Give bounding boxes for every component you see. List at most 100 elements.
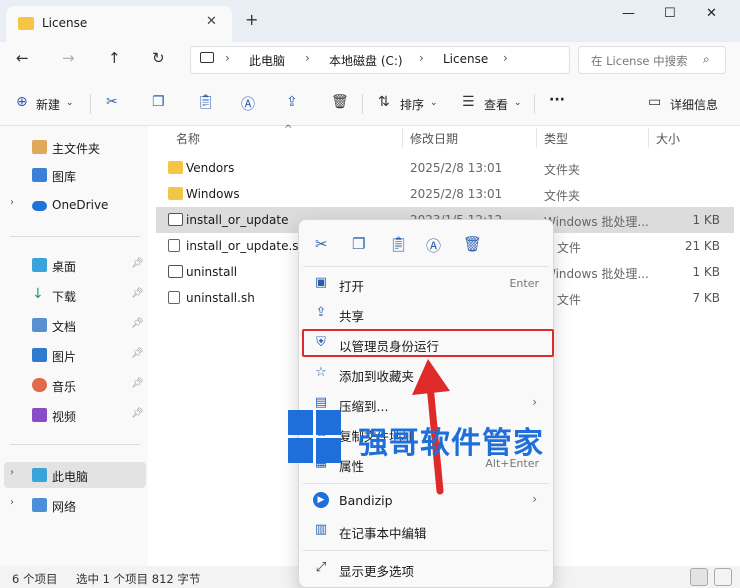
pin-icon[interactable]: 📌︎ — [131, 288, 144, 299]
paste-icon[interactable]: 📋︎ — [197, 94, 215, 110]
menu-item-edit-notepad[interactable]: ▥ 在记事本中编辑 — [303, 516, 549, 546]
tiles-view-button[interactable] — [714, 568, 732, 586]
divider — [303, 266, 549, 267]
file-size: 7 KB — [692, 291, 720, 305]
file-date: 2025/2/8 13:01 — [410, 161, 503, 175]
cut-icon[interactable]: ✂ — [315, 235, 328, 253]
copy-icon[interactable]: ❐ — [352, 235, 365, 253]
paste-icon[interactable]: 📋︎ — [389, 235, 408, 253]
rename-icon[interactable]: Ⓐ — [426, 235, 441, 256]
sidebar-item-home[interactable]: 主文件夹 — [0, 134, 148, 160]
folder-icon — [18, 17, 34, 30]
windows-logo-icon — [288, 410, 342, 464]
pin-icon[interactable]: 📌︎ — [131, 378, 144, 389]
sort-icon[interactable]: ⇅ — [378, 94, 390, 110]
column-header-type[interactable]: 类型 — [544, 130, 568, 147]
sidebar-item-pictures[interactable]: 图片 📌︎ — [0, 342, 148, 368]
chevron-right-icon[interactable]: › — [10, 197, 14, 208]
sort-button[interactable]: 排序 — [400, 96, 424, 113]
bandizip-icon: ▶ — [313, 492, 329, 508]
menu-item-open[interactable]: ▣ 打开 Enter — [303, 269, 549, 299]
rename-icon[interactable]: Ⓐ — [241, 94, 255, 114]
up-button[interactable]: ↑ — [108, 49, 121, 67]
file-icon — [168, 239, 180, 252]
share-icon[interactable]: ⇪ — [286, 94, 298, 110]
details-view-button[interactable] — [690, 568, 708, 586]
new-button[interactable]: 新建 — [36, 96, 60, 113]
menu-item-share[interactable]: ⇪ 共享 — [303, 299, 549, 329]
more-button[interactable]: ··· — [549, 92, 565, 108]
folder-icon — [168, 161, 183, 174]
view-icon[interactable]: ☰ — [462, 94, 475, 110]
file-name: install_or_update.sh — [186, 239, 307, 253]
menu-item-more-options[interactable]: ⤢ 显示更多选项 — [303, 554, 549, 584]
breadcrumb-c-drive[interactable]: 本地磁盘 (C:) — [329, 52, 403, 69]
cut-icon[interactable]: ✂ — [106, 94, 118, 110]
pin-icon[interactable]: 📌︎ — [131, 348, 144, 359]
chevron-right-icon: › — [532, 492, 537, 506]
column-divider[interactable] — [536, 128, 537, 148]
chevron-right-icon[interactable]: › — [10, 497, 14, 508]
column-header-name[interactable]: 名称 — [176, 130, 200, 147]
details-button[interactable]: 详细信息 — [670, 96, 718, 113]
sidebar-item-network[interactable]: › 网络 — [0, 492, 148, 518]
sidebar-item-downloads[interactable]: ↓ 下载 📌︎ — [0, 282, 148, 308]
copy-icon[interactable]: ❐ — [152, 94, 165, 110]
new-icon[interactable]: ⊕ — [16, 94, 28, 110]
tab-close-icon[interactable]: ✕ — [206, 14, 217, 29]
maximize-button[interactable]: ☐ — [664, 6, 676, 21]
menu-item-label: Bandizip — [339, 493, 393, 508]
breadcrumb-license[interactable]: License — [443, 52, 488, 66]
column-header-size[interactable]: 大小 — [656, 130, 680, 147]
sidebar-item-label: 文档 — [52, 320, 77, 334]
new-tab-button[interactable]: + — [245, 10, 258, 29]
sidebar-item-this-pc[interactable]: › 此电脑 — [4, 462, 146, 488]
address-bar[interactable]: › 此电脑 › 本地磁盘 (C:) › License › — [190, 46, 570, 74]
sidebar-item-onedrive[interactable]: › OneDrive — [0, 192, 148, 218]
close-window-button[interactable]: ✕ — [706, 6, 717, 21]
forward-button[interactable]: → — [62, 49, 75, 67]
minimize-button[interactable]: — — [622, 6, 635, 21]
file-type: Windows 批处理... — [544, 267, 649, 281]
sidebar-item-label: 桌面 — [52, 260, 77, 274]
breadcrumb-this-pc[interactable]: 此电脑 — [249, 52, 285, 69]
tab-title: License — [42, 16, 88, 30]
sidebar-item-desktop[interactable]: 桌面 📌︎ — [0, 252, 148, 278]
pin-icon[interactable]: 📌︎ — [131, 318, 144, 329]
menu-item-label: 打开 — [339, 279, 365, 294]
sidebar-item-videos[interactable]: 视频 📌︎ — [0, 402, 148, 428]
folder-icon — [168, 187, 183, 200]
navigation-pane: 主文件夹 图库 › OneDrive 桌面 📌︎ ↓ 下载 📌︎ 文档 📌︎ 图… — [0, 126, 148, 566]
sidebar-item-label: 图片 — [52, 350, 77, 364]
pin-icon[interactable]: 📌︎ — [131, 258, 144, 269]
batch-file-icon — [168, 213, 183, 226]
sidebar-item-gallery[interactable]: 图库 — [0, 162, 148, 188]
column-divider[interactable] — [648, 128, 649, 148]
search-input[interactable]: 在 License 中搜索 ⌕ — [578, 46, 726, 74]
back-button[interactable]: ← — [16, 49, 29, 67]
delete-icon[interactable]: 🗑︎ — [463, 235, 482, 253]
chevron-right-icon: › — [419, 51, 424, 65]
column-divider[interactable] — [402, 128, 403, 148]
refresh-button[interactable]: ↻ — [152, 49, 165, 67]
chevron-right-icon[interactable]: › — [10, 467, 14, 478]
file-name: Windows — [186, 187, 240, 201]
view-button[interactable]: 查看 — [484, 96, 508, 113]
delete-icon[interactable]: 🗑︎ — [331, 94, 349, 110]
sidebar-item-documents[interactable]: 文档 📌︎ — [0, 312, 148, 338]
chevron-right-icon: › — [305, 51, 310, 65]
tab-license[interactable]: License ✕ — [6, 6, 232, 42]
pin-icon[interactable]: 📌︎ — [131, 408, 144, 419]
sidebar-item-label: 音乐 — [52, 380, 77, 394]
search-placeholder: 在 License 中搜索 — [591, 54, 688, 68]
file-name: install_or_update — [186, 213, 289, 227]
open-icon: ▣ — [314, 275, 328, 290]
column-header-date[interactable]: 修改日期 — [410, 130, 458, 147]
table-row[interactable]: Vendors 2025/2/8 13:01 文件夹 — [156, 155, 734, 181]
selection-info: 选中 1 个项目 812 字节 — [76, 572, 201, 586]
details-pane-icon[interactable]: ▭ — [648, 94, 661, 110]
sidebar-item-music[interactable]: 音乐 📌︎ — [0, 372, 148, 398]
cloud-icon — [32, 201, 47, 211]
title-bar: License ✕ + — ☐ ✕ — [0, 0, 740, 42]
table-row[interactable]: Windows 2025/2/8 13:01 文件夹 — [156, 181, 734, 207]
